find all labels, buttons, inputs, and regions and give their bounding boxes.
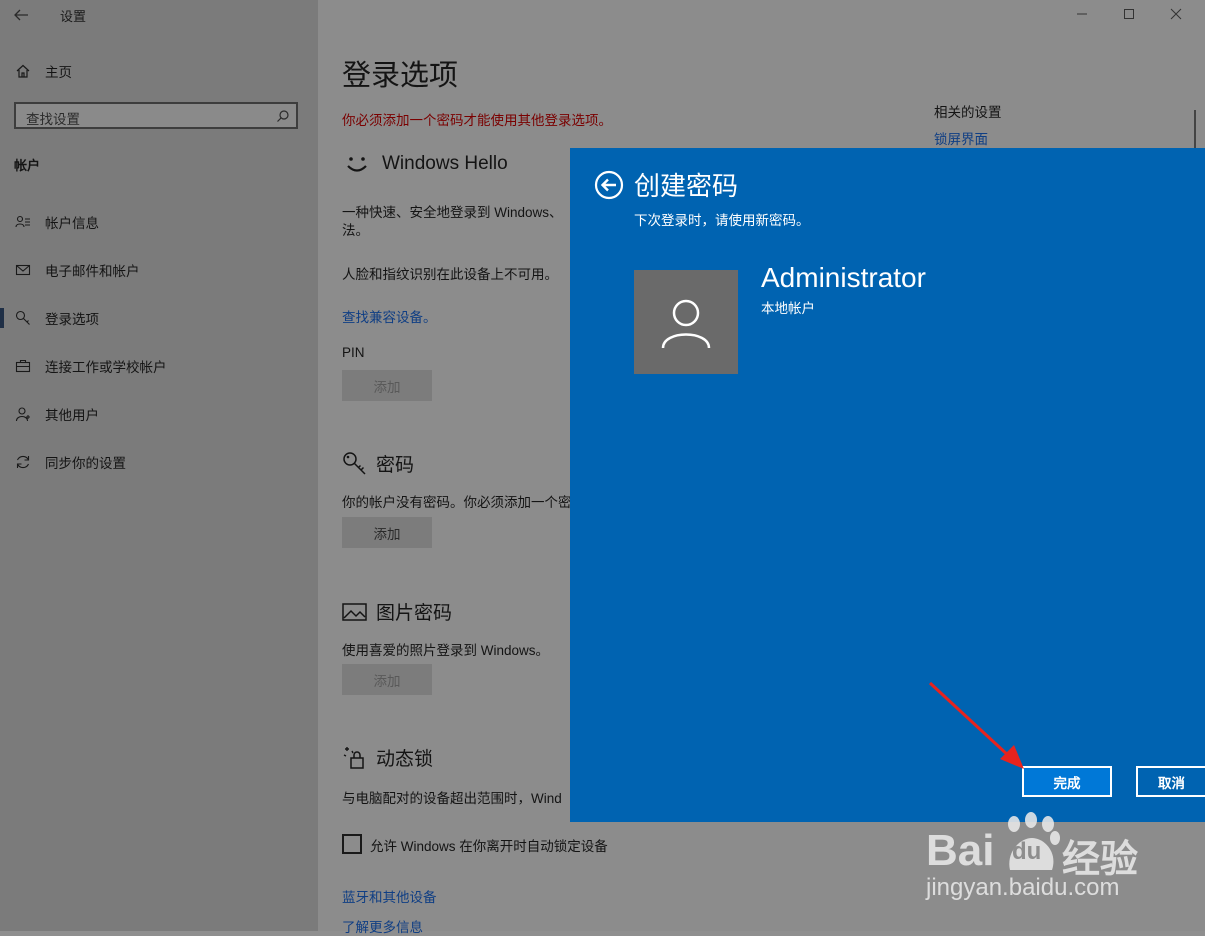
dynamic-lock-title: 动态锁 <box>376 749 434 770</box>
dynamic-lock-description: 与电脑配对的设备超出范围时，Wind <box>342 791 562 806</box>
hello-description-1: 一种快速、安全地登录到 Windows、 <box>342 205 563 220</box>
picture-password-heading: 图片密码 <box>342 598 452 625</box>
account-type: 本地帐户 <box>761 301 815 316</box>
related-settings-heading: 相关的设置 <box>934 105 1002 120</box>
minimize-icon <box>1077 13 1087 15</box>
watermark-brand-suffix: du <box>1012 838 1042 865</box>
maximize-icon <box>1124 9 1134 19</box>
sidebar-item-label: 其他用户 <box>45 408 99 423</box>
sidebar-item-label: 帐户信息 <box>45 216 99 231</box>
search-icon <box>277 110 289 122</box>
minimize-button[interactable] <box>1070 4 1094 24</box>
pin-label: PIN <box>342 345 365 360</box>
back-button[interactable] <box>12 6 32 24</box>
sidebar: 设置 主页 查找设置 帐户 帐户信息 电子邮件和帐户 登录选项 连接工作或学校帐… <box>0 0 318 931</box>
dialog-title: 创建密码 <box>634 171 739 201</box>
smiley-icon <box>347 157 367 172</box>
auto-lock-checkbox[interactable] <box>342 834 362 854</box>
dialog-back-button[interactable] <box>594 170 624 200</box>
annotation-arrow <box>928 681 1024 769</box>
sidebar-item-signin-options[interactable]: 登录选项 <box>0 298 318 338</box>
account-info-icon <box>0 214 45 230</box>
password-title: 密码 <box>376 455 415 476</box>
add-password-button[interactable]: 添加 <box>342 517 432 548</box>
find-compatible-devices-link[interactable]: 查找兼容设备。 <box>342 306 437 326</box>
back-circle-icon <box>594 170 624 200</box>
picture-password-description: 使用喜爱的照片登录到 Windows。 <box>342 643 550 658</box>
dialog-subtitle: 下次登录时，请使用新密码。 <box>634 213 810 228</box>
dynamic-lock-icon <box>343 746 364 769</box>
close-button[interactable] <box>1164 4 1188 24</box>
search-placeholder: 查找设置 <box>26 112 80 127</box>
sync-icon <box>0 454 45 470</box>
dynamic-lock-heading: 动态锁 <box>342 744 433 771</box>
sidebar-item-label: 电子邮件和帐户 <box>45 264 140 279</box>
learn-more-link[interactable]: 了解更多信息 <box>342 916 423 936</box>
cancel-button[interactable]: 取消 <box>1136 766 1205 797</box>
selection-indicator <box>0 308 4 328</box>
add-pin-button[interactable]: 添加 <box>342 370 432 401</box>
window-title: 设置 <box>60 9 87 24</box>
user-name: Administrator <box>761 262 926 293</box>
back-arrow-icon <box>14 9 28 21</box>
hello-unavailable-text: 人脸和指纹识别在此设备上不可用。 <box>342 267 558 282</box>
sidebar-item-label: 登录选项 <box>45 312 99 327</box>
home-icon <box>0 63 45 79</box>
mail-icon <box>0 262 45 278</box>
watermark-url: jingyan.baidu.com <box>926 874 1120 901</box>
sidebar-item-other-users[interactable]: 其他用户 <box>0 394 318 434</box>
watermark-brand: Bai <box>926 826 995 875</box>
section-label: 帐户 <box>14 158 41 173</box>
sidebar-item-sync[interactable]: 同步你的设置 <box>0 442 318 482</box>
close-icon <box>1170 8 1182 20</box>
avatar <box>634 270 738 374</box>
sidebar-item-work-school[interactable]: 连接工作或学校帐户 <box>0 346 318 386</box>
password-required-warning: 你必须添加一个密码才能使用其他登录选项。 <box>342 113 612 128</box>
search-input[interactable]: 查找设置 <box>14 102 298 129</box>
person-icon <box>0 406 45 422</box>
create-password-dialog: 创建密码 下次登录时，请使用新密码。 Administrator 本地帐户 完成… <box>570 148 1205 822</box>
sidebar-item-account-info[interactable]: 帐户信息 <box>0 202 318 242</box>
picture-icon <box>342 602 367 621</box>
sidebar-item-label: 同步你的设置 <box>45 456 126 471</box>
key-icon <box>0 310 45 326</box>
watermark-logo: Bai du 经验 jingyan.baidu.com <box>926 812 1196 922</box>
password-description: 你的帐户没有密码。你必须添加一个密 <box>342 495 572 510</box>
sidebar-item-label: 连接工作或学校帐户 <box>45 360 167 375</box>
sidebar-item-home[interactable]: 主页 <box>0 51 318 91</box>
page-title: 登录选项 <box>342 60 459 92</box>
user-icon <box>661 299 711 349</box>
password-heading: 密码 <box>342 450 414 477</box>
sidebar-item-label: 主页 <box>45 65 72 80</box>
picture-password-title: 图片密码 <box>376 603 453 624</box>
key-icon <box>343 451 366 475</box>
windows-hello-title: Windows Hello <box>382 153 508 174</box>
maximize-button[interactable] <box>1117 4 1141 24</box>
lock-screen-link[interactable]: 锁屏界面 <box>934 128 988 148</box>
hello-description-2: 法。 <box>342 223 369 238</box>
windows-hello-heading: Windows Hello <box>344 152 508 176</box>
scrollbar[interactable] <box>1194 110 1196 150</box>
add-picture-password-button[interactable]: 添加 <box>342 664 432 695</box>
bluetooth-devices-link[interactable]: 蓝牙和其他设备 <box>342 886 437 906</box>
sidebar-item-email[interactable]: 电子邮件和帐户 <box>0 250 318 290</box>
briefcase-icon <box>0 358 45 374</box>
auto-lock-checkbox-label: 允许 Windows 在你离开时自动锁定设备 <box>370 839 608 854</box>
